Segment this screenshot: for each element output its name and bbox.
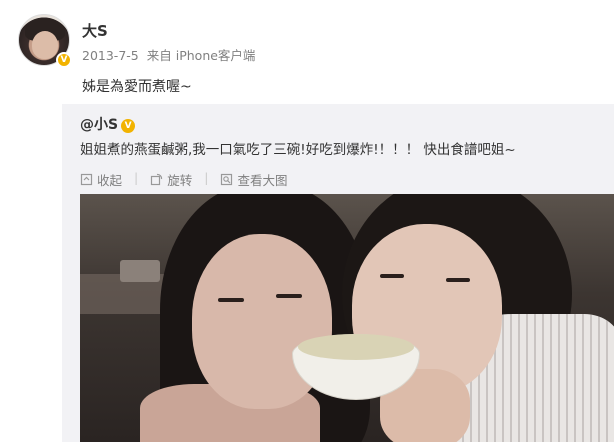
collect-label: 收起 — [97, 173, 123, 188]
repost-author-name[interactable]: @小S — [80, 117, 118, 133]
post-date[interactable]: 2013-7-5 — [82, 48, 139, 63]
avatar-face — [32, 31, 58, 59]
post-source[interactable]: iPhone客户端 — [176, 48, 256, 63]
rotate-button[interactable]: 旋转 — [150, 170, 192, 189]
weibo-post: V 大S 2013-7-5 来自 iPhone客户端 姊是為愛而煮喔~ — [0, 0, 614, 104]
post-author-name[interactable]: 大S — [82, 20, 108, 41]
collect-button[interactable]: 收起 — [80, 170, 122, 189]
porridge — [298, 334, 414, 360]
left-person-eye — [276, 294, 302, 298]
view-large-button[interactable]: 查看大图 — [220, 170, 287, 189]
collapse-icon — [80, 173, 93, 186]
view-large-label: 查看大图 — [237, 173, 288, 188]
repost-text: 姐姐煮的燕蛋鹹粥,我一口氣吃了三碗!好吃到爆炸!！！！ 快出食譜吧姐~ — [80, 142, 516, 158]
zoom-icon — [221, 173, 233, 186]
post-content: 姊是為愛而煮喔~ — [82, 79, 192, 95]
repost-verified-icon: V — [121, 119, 136, 133]
verified-icon: V — [56, 52, 72, 68]
repost-author[interactable]: @小S V — [80, 114, 136, 134]
separator: | — [134, 170, 139, 185]
background-object — [120, 260, 160, 282]
post-photo[interactable] — [80, 194, 614, 442]
left-person-eye — [218, 298, 244, 302]
rotate-label: 旋转 — [167, 173, 193, 188]
rotate-icon — [151, 173, 163, 186]
separator: | — [204, 170, 209, 185]
right-person-eye — [446, 278, 470, 282]
image-actions: 收起 | 旋转 | 查看大图 — [80, 170, 287, 189]
repost-block: @小S V 姐姐煮的燕蛋鹹粥,我一口氣吃了三碗!好吃到爆炸!！！！ 快出食譜吧姐~… — [62, 104, 614, 442]
source-prefix: 来自 — [146, 48, 172, 63]
right-person-eye — [380, 274, 404, 278]
post-meta: 2013-7-5 来自 iPhone客户端 — [82, 45, 255, 64]
